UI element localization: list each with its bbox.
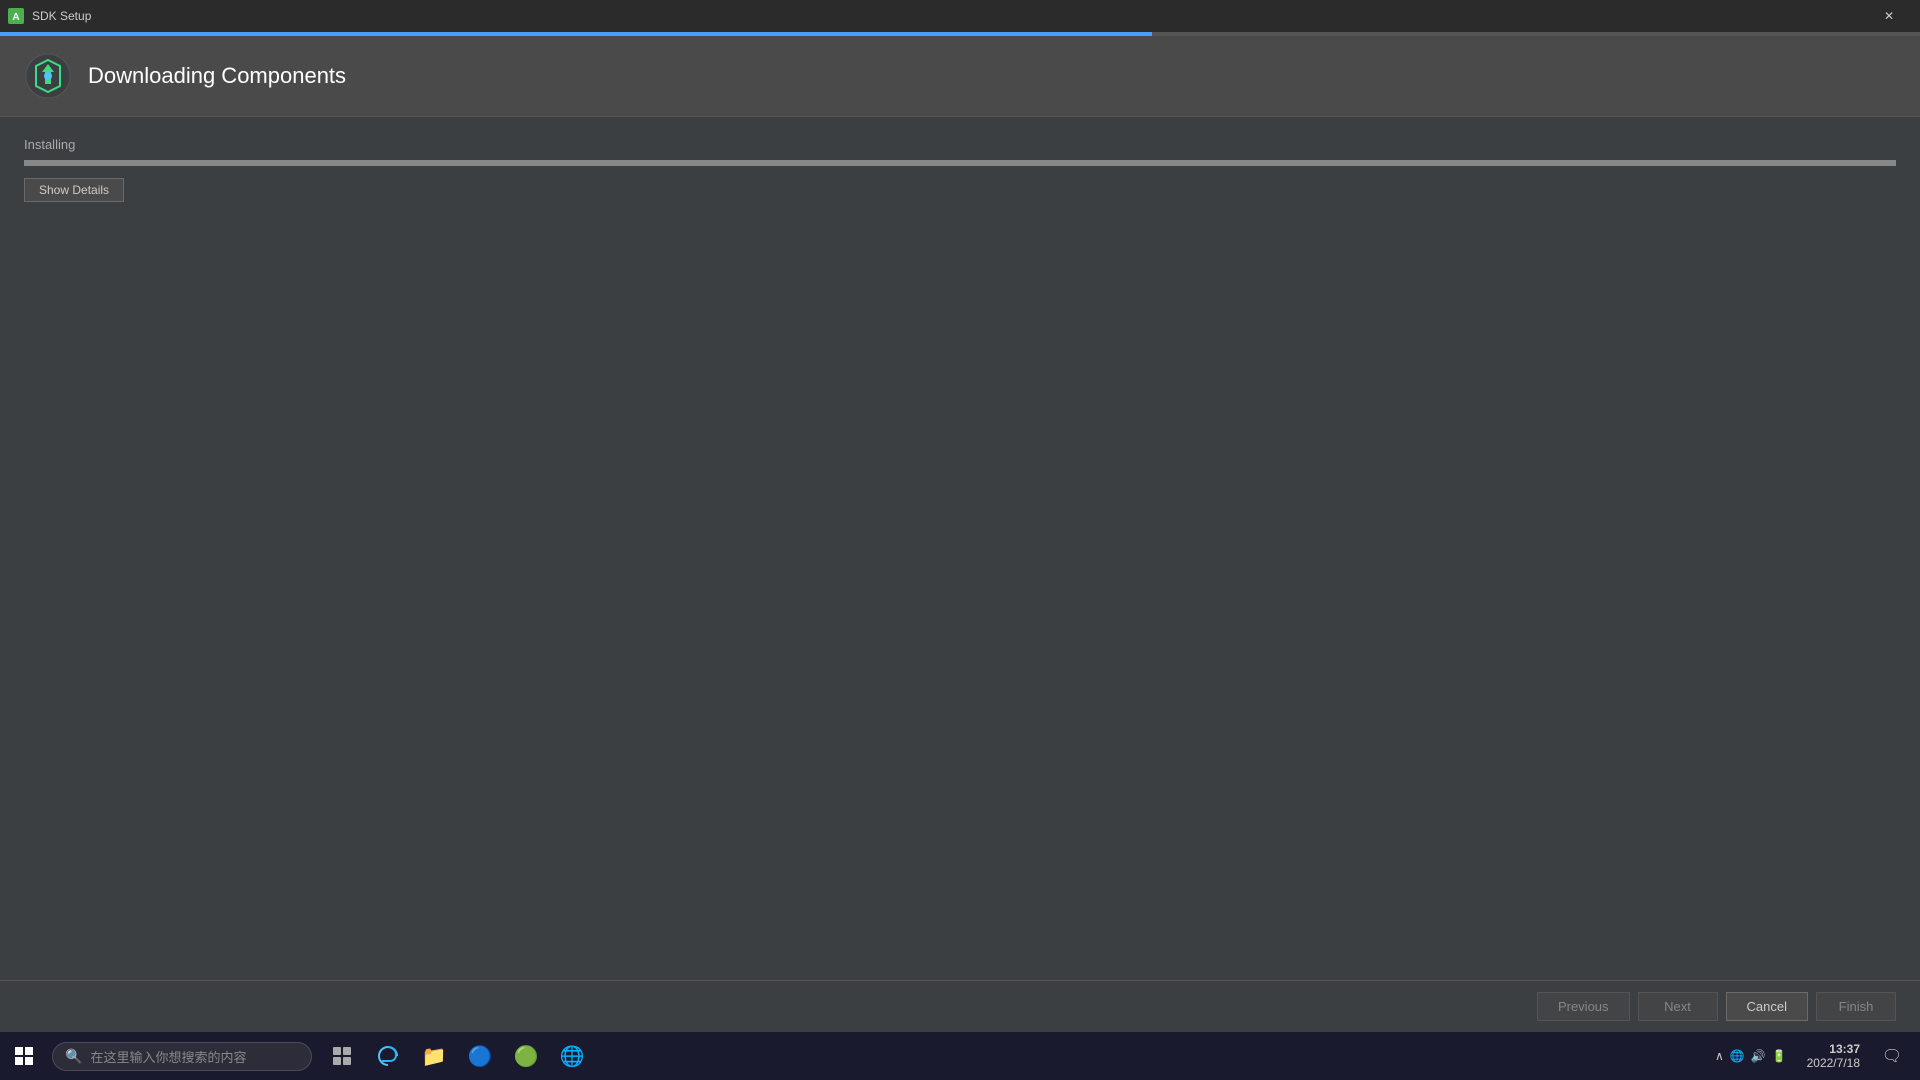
- taskbar-clock[interactable]: 13:37 2022/7/18: [1799, 1038, 1868, 1074]
- footer: Previous Next Cancel Finish: [0, 980, 1920, 1032]
- header: Downloading Components: [0, 36, 1920, 117]
- status-label: Installing: [24, 137, 1896, 152]
- title-bar-left: A SDK Setup: [8, 8, 91, 24]
- volume-icon: 🔊: [1751, 1049, 1766, 1063]
- app5[interactable]: 🟢: [504, 1034, 548, 1078]
- notification-center-icon: 🗨: [1882, 1046, 1902, 1066]
- close-button[interactable]: ✕: [1866, 0, 1912, 32]
- taskview-button[interactable]: [320, 1034, 364, 1078]
- show-details-button[interactable]: Show Details: [24, 178, 124, 202]
- clock-date: 2022/7/18: [1807, 1056, 1860, 1070]
- taskbar-apps: 📁 🔵 🟢 🌐: [320, 1034, 594, 1078]
- notification-center-button[interactable]: 🗨: [1872, 1032, 1912, 1080]
- app-icon: A: [8, 8, 24, 24]
- top-progress-bar: [0, 32, 1920, 36]
- progress-bar-container: [24, 160, 1896, 166]
- title-bar-title: SDK Setup: [32, 9, 91, 23]
- start-button[interactable]: [0, 1032, 48, 1080]
- previous-button[interactable]: Previous: [1537, 992, 1630, 1021]
- android-studio-logo: [24, 52, 72, 100]
- network-icon: 🌐: [1730, 1049, 1745, 1063]
- app4[interactable]: 🔵: [458, 1034, 502, 1078]
- top-progress-fill: [0, 32, 1152, 36]
- finish-button[interactable]: Finish: [1816, 992, 1896, 1021]
- system-tray[interactable]: ∧ 🌐 🔊 🔋: [1707, 1049, 1795, 1063]
- app6[interactable]: 🌐: [550, 1034, 594, 1078]
- windows-icon: [15, 1047, 33, 1065]
- taskbar: 🔍 在这里输入你想搜索的内容 📁 🔵 🟢: [0, 1032, 1920, 1080]
- notification-icon: ∧: [1715, 1049, 1724, 1063]
- app4-icon: 🔵: [468, 1044, 493, 1069]
- page-title: Downloading Components: [88, 63, 346, 89]
- battery-icon: 🔋: [1772, 1049, 1787, 1063]
- title-bar: A SDK Setup ✕: [0, 0, 1920, 32]
- taskbar-search[interactable]: 🔍 在这里输入你想搜索的内容: [52, 1042, 312, 1071]
- svg-text:A: A: [12, 12, 19, 23]
- edge-icon: [376, 1044, 400, 1068]
- taskview-icon: [332, 1046, 352, 1066]
- progress-bar-fill: [24, 160, 1896, 166]
- app6-icon: 🌐: [560, 1044, 585, 1069]
- main-content: Installing Show Details: [0, 117, 1920, 980]
- next-button[interactable]: Next: [1638, 992, 1718, 1021]
- search-placeholder: 在这里输入你想搜索的内容: [90, 1047, 246, 1066]
- edge-app[interactable]: [366, 1034, 410, 1078]
- cancel-button[interactable]: Cancel: [1726, 992, 1808, 1021]
- taskbar-right: ∧ 🌐 🔊 🔋 13:37 2022/7/18 🗨: [1707, 1032, 1920, 1080]
- search-icon: 🔍: [65, 1048, 82, 1065]
- clock-time: 13:37: [1807, 1042, 1860, 1056]
- app5-icon: 🟢: [514, 1044, 539, 1069]
- folder-icon: 📁: [422, 1044, 447, 1069]
- explorer-app[interactable]: 📁: [412, 1034, 456, 1078]
